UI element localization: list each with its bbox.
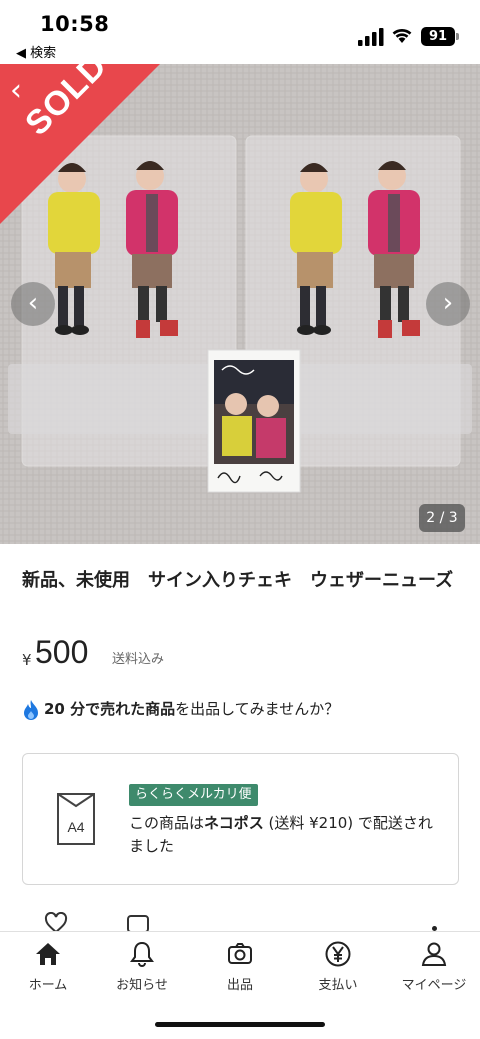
- shipping-included-label: 送料込み: [112, 652, 165, 667]
- shipping-text-prefix: この商品は: [129, 814, 205, 832]
- a4-label: A4: [67, 819, 84, 835]
- person-icon: [421, 942, 447, 966]
- envelope-a4-icon: A4: [57, 793, 95, 845]
- nav-notifications[interactable]: お知らせ: [94, 940, 190, 996]
- nav-home[interactable]: ホーム: [0, 940, 96, 996]
- nav-payment-label: 支払い: [318, 978, 358, 993]
- carousel-prev-button[interactable]: ‹: [11, 282, 55, 326]
- battery-indicator: 91: [421, 27, 455, 46]
- yen-icon: [325, 941, 351, 967]
- action-icons-row: [0, 908, 480, 932]
- nav-sell[interactable]: 出品: [192, 940, 288, 996]
- price-value: 500: [35, 634, 89, 670]
- nav-mypage[interactable]: マイページ: [386, 940, 480, 996]
- product-image-carousel[interactable]: SOLD ‹ ‹ › 2 / 3: [0, 64, 480, 544]
- product-title: 新品、未使用 サイン入りチェキ ウェザーニューズ: [22, 570, 454, 591]
- nav-sell-label: 出品: [226, 978, 253, 993]
- nav-mypage-label: マイページ: [401, 978, 467, 993]
- heart-icon[interactable]: [44, 912, 68, 932]
- bell-icon: [130, 941, 154, 967]
- promo-text: を出品してみませんか？: [175, 700, 340, 718]
- sell-promo-link[interactable]: 20 分で売れた商品を出品してみませんか？: [22, 698, 339, 722]
- status-bar: 10:58 ◀ 検索 91: [0, 0, 480, 64]
- status-time: 10:58: [40, 12, 110, 36]
- nav-payment[interactable]: 支払い: [290, 940, 386, 996]
- camera-icon: [228, 943, 252, 964]
- carousel-next-button[interactable]: ›: [426, 282, 470, 326]
- back-to-search-link[interactable]: ◀ 検索: [16, 42, 56, 61]
- signal-icon: [358, 28, 384, 46]
- shipping-method-name: ネコポス: [204, 814, 264, 832]
- shipping-info-card: A4 らくらくメルカリ便 この商品はネコポス (送料 ¥210) で配送されまし…: [22, 753, 459, 885]
- shipping-description: この商品はネコポス (送料 ¥210) で配送されました: [129, 812, 439, 858]
- home-icon: [36, 943, 60, 965]
- promo-highlight: 20 分で売れた商品: [44, 700, 176, 718]
- nav-notifications-label: お知らせ: [116, 978, 168, 993]
- comment-icon[interactable]: [126, 914, 150, 932]
- currency-symbol: ¥: [22, 651, 32, 669]
- image-page-indicator: 2 / 3: [419, 504, 465, 532]
- wifi-icon: [392, 28, 412, 43]
- shipping-method-badge: らくらくメルカリ便: [129, 784, 258, 806]
- battery-tip: [456, 33, 459, 40]
- home-indicator: [155, 1022, 325, 1027]
- nav-home-label: ホーム: [28, 978, 68, 993]
- fire-icon: [24, 699, 38, 720]
- back-chevron-icon[interactable]: ‹: [10, 76, 44, 110]
